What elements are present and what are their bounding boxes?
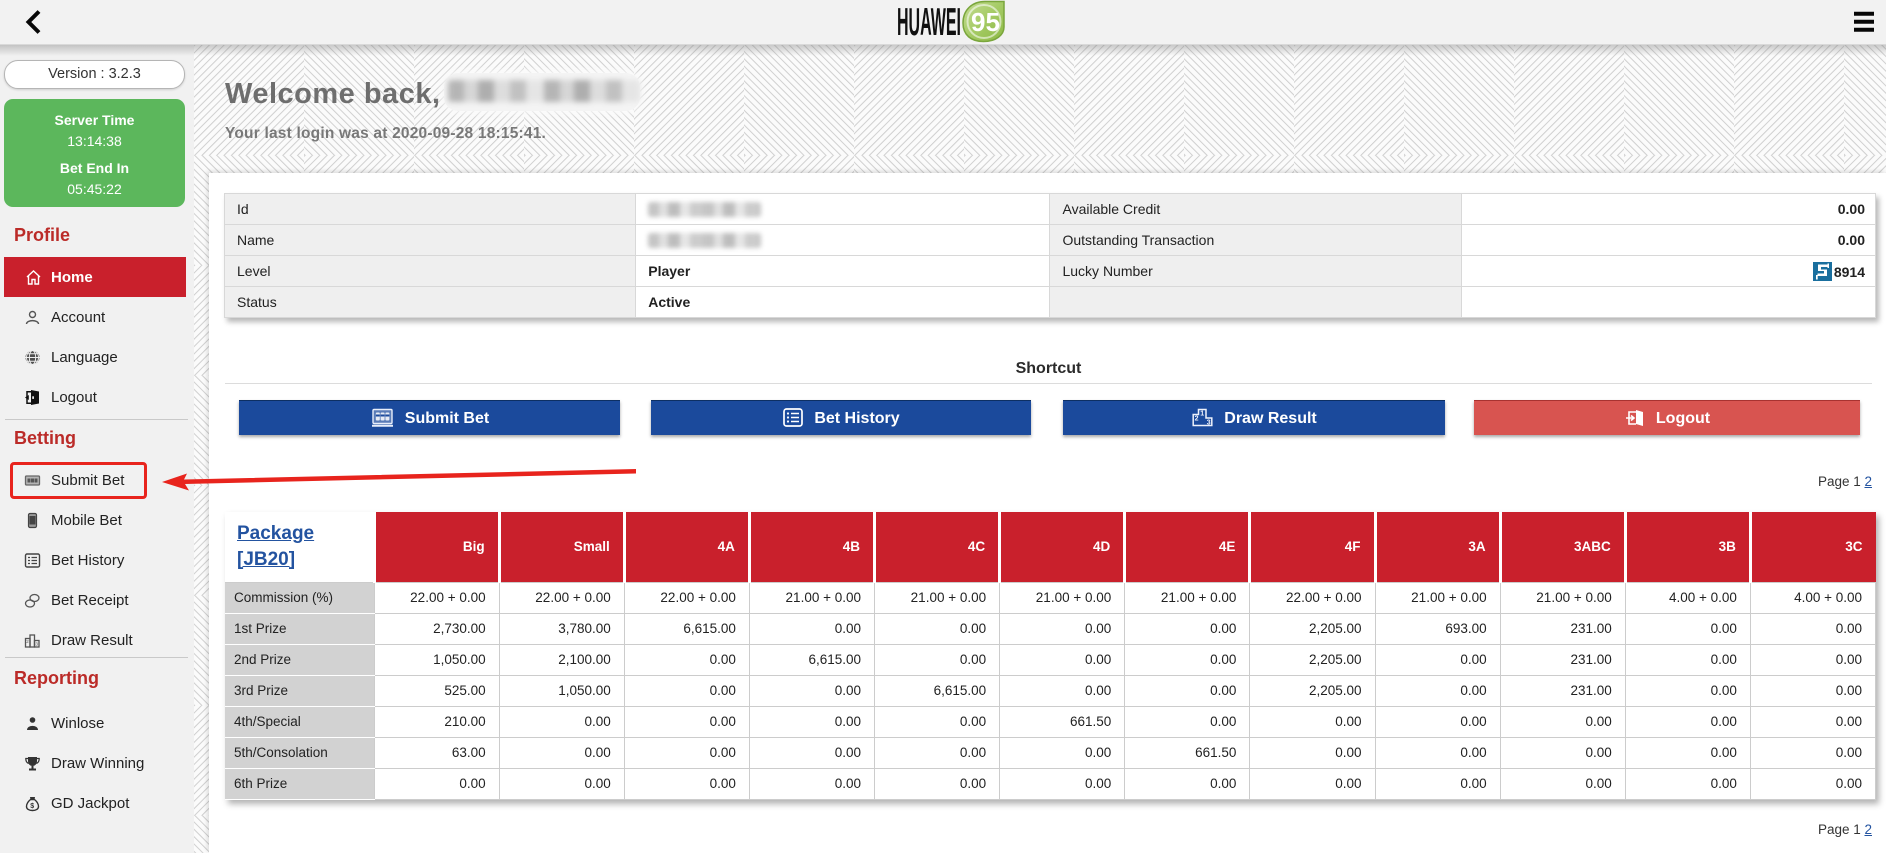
svg-text:2: 2 <box>26 639 29 644</box>
svg-text:3: 3 <box>36 642 39 647</box>
svg-text:$: $ <box>30 803 34 810</box>
svg-text:HUAWEI: HUAWEI <box>897 1 961 44</box>
svg-text:2: 2 <box>1195 416 1199 423</box>
svg-text:1: 1 <box>1200 411 1204 418</box>
svg-text:95: 95 <box>971 7 1000 37</box>
svg-text:3: 3 <box>1207 420 1211 427</box>
